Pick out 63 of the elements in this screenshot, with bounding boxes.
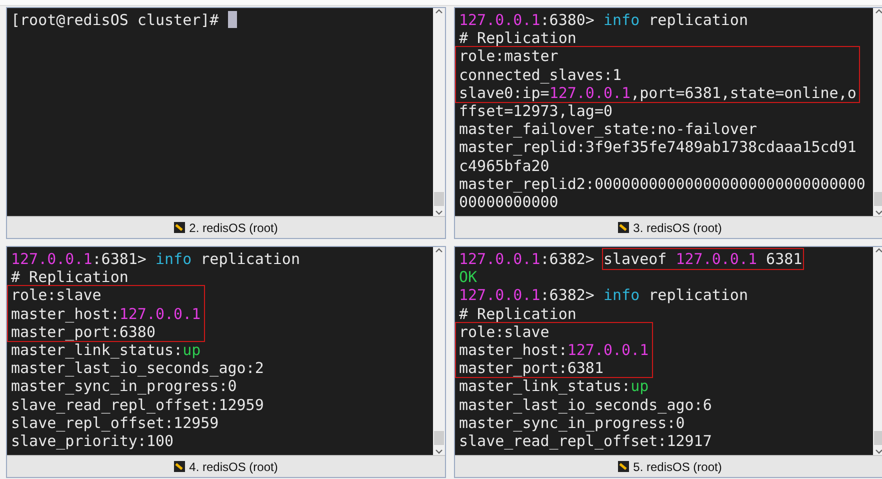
terminal-line: 127.0.0.1:6381> info replication bbox=[11, 250, 300, 268]
scrollbar-thumb[interactable] bbox=[434, 192, 444, 206]
terminal-line: 00000000000 bbox=[459, 193, 558, 212]
highlight-box: slaveof 127.0.0.1 6381 bbox=[604, 250, 802, 268]
scrollbar-thumb[interactable] bbox=[874, 431, 882, 445]
terminal-line: ffset=12973,lag=0 bbox=[459, 102, 613, 120]
terminal-icon bbox=[174, 222, 186, 233]
scroll-up-icon[interactable] bbox=[435, 8, 443, 14]
terminal-line: role:slave bbox=[459, 322, 550, 342]
scrollbar[interactable] bbox=[433, 8, 445, 216]
scroll-down-icon[interactable] bbox=[435, 210, 443, 216]
terminal-line: master_link_status:up bbox=[459, 377, 649, 396]
terminal-line: master_port:6380 bbox=[11, 322, 156, 342]
terminal-line: OK bbox=[459, 268, 478, 286]
terminal-line: master_port:6381 bbox=[459, 359, 604, 378]
scrollbar[interactable] bbox=[433, 247, 445, 455]
terminal-line: slave_read_repl_offset:12917 bbox=[459, 432, 712, 450]
terminal-line: master_sync_in_progress:0 bbox=[11, 377, 237, 396]
terminal-line: master_last_io_seconds_ago:6 bbox=[459, 396, 712, 414]
terminal-area[interactable] bbox=[455, 8, 873, 216]
session-tab[interactable]: 2. redisOS (root) bbox=[174, 220, 278, 234]
terminal-line: 127.0.0.1:6382> info replication bbox=[459, 286, 748, 305]
terminal-line: master_last_io_seconds_ago:2 bbox=[11, 359, 264, 378]
scrollbar[interactable] bbox=[873, 247, 882, 455]
terminal-line: 127.0.0.1:6380> info replication bbox=[459, 11, 748, 30]
terminal-line: master_host:127.0.0.1 bbox=[459, 341, 649, 360]
terminal-line: [root@redisOS cluster]# bbox=[11, 11, 237, 30]
terminal-line: slave_repl_offset:12959 bbox=[11, 414, 219, 432]
scrollbar-thumb[interactable] bbox=[874, 192, 882, 206]
terminal-line: # Replication bbox=[11, 268, 128, 286]
terminal-line: master_host:127.0.0.1 bbox=[11, 304, 201, 323]
terminal-icon bbox=[618, 222, 630, 233]
terminal-line: master_replid:3f9ef35fe7489ab1738cdaaa15cd91 bbox=[459, 138, 856, 157]
scroll-down-icon[interactable] bbox=[875, 449, 882, 455]
session-tab[interactable]: 3. redisOS (root) bbox=[618, 220, 722, 234]
terminal-line: # Replication bbox=[459, 304, 576, 323]
terminal-icon bbox=[618, 461, 630, 472]
terminal-area[interactable] bbox=[455, 247, 873, 455]
terminal-line: c4965bfa20 bbox=[459, 156, 550, 175]
scrollbar[interactable] bbox=[873, 8, 882, 216]
terminal-line: role:master bbox=[459, 47, 558, 66]
scrollbar-thumb[interactable] bbox=[434, 431, 444, 445]
terminal-line: master_failover_state:no-failover bbox=[459, 120, 758, 138]
terminal-line: slave0:ip=127.0.0.1,port=6381,state=online,o bbox=[459, 84, 856, 102]
terminal-line: master_sync_in_progress:0 bbox=[459, 414, 685, 432]
terminal-area[interactable]: [root@redisOS cluster]# bbox=[7, 8, 433, 216]
terminal-line: # Replication bbox=[459, 29, 576, 48]
terminal-line: slave_priority:100 bbox=[11, 432, 174, 450]
scroll-down-icon[interactable] bbox=[875, 210, 882, 216]
scroll-up-icon[interactable] bbox=[875, 247, 882, 253]
scroll-up-icon[interactable] bbox=[875, 8, 882, 14]
scroll-down-icon[interactable] bbox=[435, 449, 443, 455]
terminal-line: master_replid2:000000000000000000000000000000 bbox=[459, 174, 866, 194]
terminal-line: slave_read_repl_offset:12959 bbox=[11, 396, 264, 414]
terminal-line: connected_slaves:1 bbox=[459, 66, 622, 84]
scroll-up-icon[interactable] bbox=[435, 247, 443, 253]
terminal-line: 127.0.0.1:6382> slaveof 127.0.0.1 6381 bbox=[459, 250, 802, 268]
terminal-line: role:slave bbox=[11, 286, 102, 305]
terminal-icon bbox=[174, 461, 186, 472]
session-tab[interactable]: 5. redisOS (root) bbox=[618, 460, 722, 474]
terminal-line: master_link_status:up bbox=[11, 341, 201, 360]
session-tab[interactable]: 4. redisOS (root) bbox=[174, 460, 278, 474]
terminal-area[interactable] bbox=[7, 247, 433, 455]
